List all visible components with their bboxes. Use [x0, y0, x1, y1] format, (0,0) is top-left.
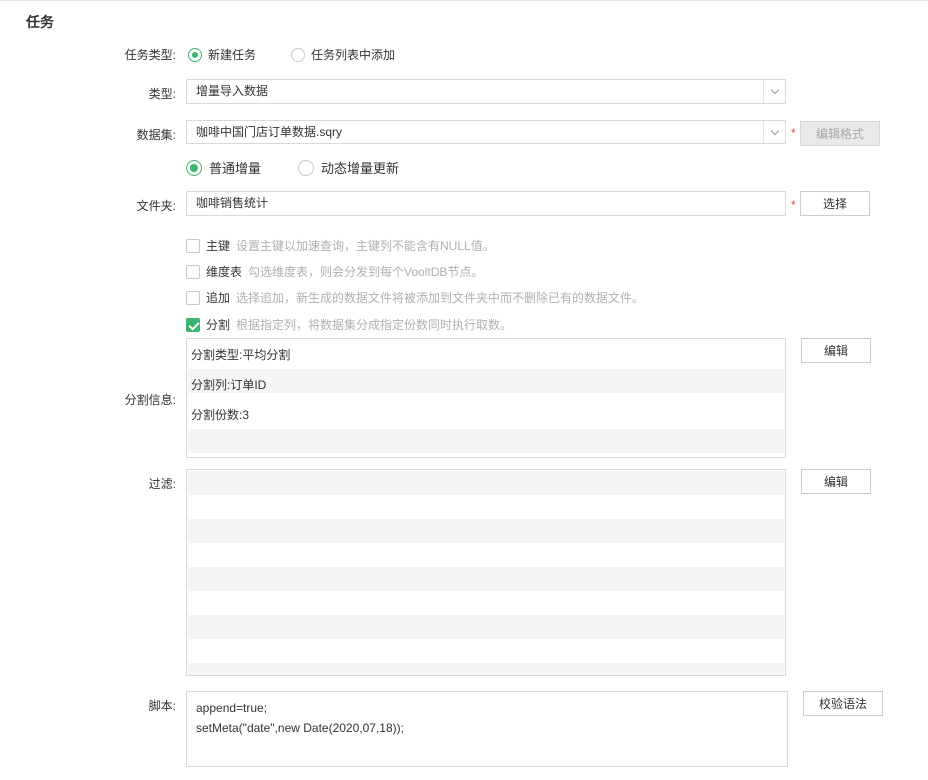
radio-unchecked-icon[interactable] — [298, 159, 314, 176]
checkbox-unchecked-icon[interactable] — [186, 290, 200, 305]
split-edit-button[interactable]: 编辑 — [801, 338, 871, 363]
option-append[interactable]: 追加 选择追加，新生成的数据文件将被添加到文件夹中而不删除已有的数据文件。 — [186, 289, 644, 306]
required-mark: * — [791, 126, 796, 140]
type-label: 类型: — [148, 87, 176, 101]
top-divider — [0, 0, 928, 1]
filter-edit-button[interactable]: 编辑 — [801, 469, 871, 494]
checkbox-checked-icon[interactable] — [186, 317, 200, 332]
task-type-option-list[interactable]: 任务列表中添加 — [291, 46, 395, 63]
checkbox-unchecked-icon[interactable] — [186, 238, 200, 253]
stripe — [188, 429, 784, 453]
filter-box[interactable] — [186, 469, 786, 676]
chevron-down-icon[interactable] — [763, 80, 785, 103]
script-editor[interactable]: append=true; setMeta("date",new Date(202… — [186, 691, 788, 767]
section-title: 任务 — [26, 14, 54, 30]
option-desc: 勾选维度表，则会分发到每个VooltDB节点。 — [248, 265, 484, 279]
dataset-mode-label: 动态增量更新 — [321, 161, 400, 176]
type-select-value: 增量导入数据 — [196, 84, 269, 98]
option-primary-key[interactable]: 主键 设置主键以加速查询，主键列不能含有NULL值。 — [186, 237, 495, 254]
stripe — [188, 369, 784, 393]
option-name: 维度表 — [206, 265, 243, 279]
radio-unchecked-icon[interactable] — [291, 47, 305, 62]
stripe — [188, 567, 784, 591]
validate-syntax-button[interactable]: 校验语法 — [803, 691, 883, 716]
type-select[interactable]: 增量导入数据 — [186, 79, 786, 104]
stripe — [188, 615, 784, 639]
folder-input-value: 咖啡销售统计 — [196, 196, 269, 210]
radio-checked-icon[interactable] — [186, 159, 202, 176]
folder-input[interactable]: 咖啡销售统计 — [186, 191, 786, 216]
filter-label: 过滤: — [148, 477, 176, 491]
split-info-line: 分割份数:3 — [191, 408, 250, 422]
split-info-label: 分割信息: — [124, 393, 176, 407]
chevron-down-icon[interactable] — [763, 121, 785, 143]
split-info-line: 分割列:订单ID — [191, 378, 267, 392]
option-dimension-table[interactable]: 维度表 勾选维度表，则会分发到每个VooltDB节点。 — [186, 263, 483, 280]
stripe — [188, 519, 784, 543]
task-type-label: 任务类型: — [124, 48, 176, 62]
folder-label: 文件夹: — [136, 199, 176, 213]
option-desc: 设置主键以加速查询，主键列不能含有NULL值。 — [236, 239, 495, 253]
checkbox-unchecked-icon[interactable] — [186, 264, 200, 279]
dataset-select[interactable]: 咖啡中国门店订单数据.sqry — [186, 120, 786, 144]
split-info-box: 分割类型:平均分割 分割列:订单ID 分割份数:3 — [186, 338, 786, 458]
stripe — [188, 471, 784, 495]
stripe — [188, 663, 784, 675]
radio-checked-icon[interactable] — [188, 47, 202, 62]
dataset-select-value: 咖啡中国门店订单数据.sqry — [196, 125, 343, 139]
script-line: append=true; — [196, 701, 268, 715]
task-type-option-label: 任务列表中添加 — [311, 48, 396, 62]
choose-folder-button[interactable]: 选择 — [800, 191, 870, 216]
dataset-label: 数据集: — [136, 128, 176, 142]
option-desc: 选择追加，新生成的数据文件将被添加到文件夹中而不删除已有的数据文件。 — [236, 291, 645, 305]
option-name: 分割 — [206, 318, 231, 332]
dataset-mode-dynamic[interactable]: 动态增量更新 — [298, 158, 399, 177]
option-split[interactable]: 分割 根据指定列，将数据集分成指定份数同时执行取数。 — [186, 316, 512, 333]
option-desc: 根据指定列，将数据集分成指定份数同时执行取数。 — [236, 318, 513, 332]
edit-format-button[interactable]: 编辑格式 — [800, 121, 880, 146]
dataset-mode-normal[interactable]: 普通增量 — [186, 158, 261, 177]
split-info-line: 分割类型:平均分割 — [191, 348, 291, 362]
required-mark: * — [791, 198, 796, 212]
dataset-mode-label: 普通增量 — [209, 161, 262, 176]
script-label: 脚本: — [148, 699, 176, 713]
option-name: 主键 — [206, 239, 231, 253]
option-name: 追加 — [206, 291, 231, 305]
task-type-option-label: 新建任务 — [208, 48, 257, 62]
task-type-option-new[interactable]: 新建任务 — [188, 46, 256, 63]
script-line: setMeta("date",new Date(2020,07,18)); — [196, 721, 404, 735]
